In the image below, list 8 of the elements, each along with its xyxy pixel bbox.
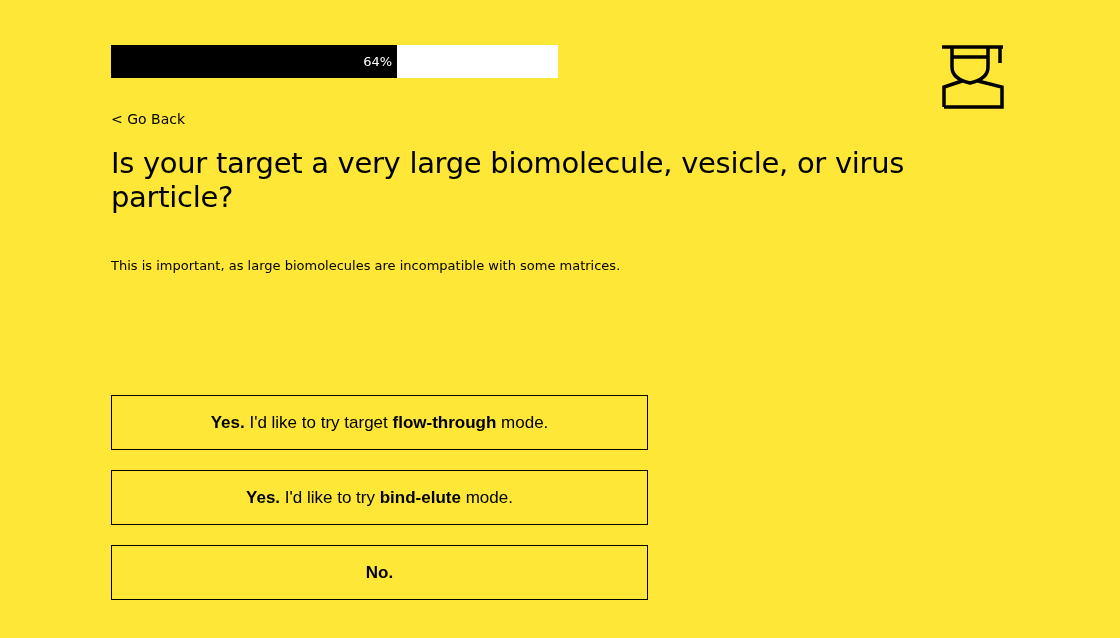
go-back-link[interactable]: < Go Back bbox=[111, 111, 186, 127]
answer-button[interactable]: No. bbox=[111, 545, 648, 600]
question-note: This is important, as large biomolecules are incompatible with some matrices. bbox=[111, 258, 622, 273]
answer-button[interactable]: Yes. I'd like to try bind-elute mode. bbox=[111, 470, 648, 525]
answer-button[interactable]: Yes. I'd like to try target flow-through mode. bbox=[111, 395, 648, 450]
graduate-icon bbox=[942, 45, 1004, 109]
question-heading: Is your target a very large biomolecule, vesicle, or virus particle? bbox=[111, 146, 906, 214]
progress-percentage: 64% bbox=[363, 54, 394, 69]
